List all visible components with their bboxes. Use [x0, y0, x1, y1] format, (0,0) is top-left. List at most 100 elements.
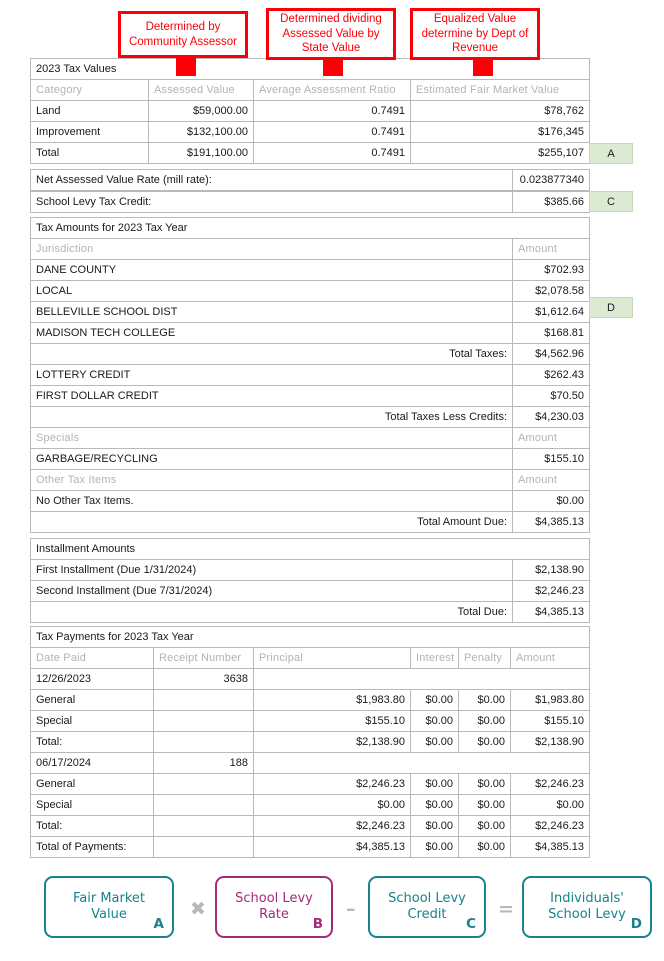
payment-1-blank [253, 752, 590, 774]
payment-group-header: 06/17/2024 188 [30, 752, 590, 774]
payment-1-total-principal: $2,246.23 [253, 815, 411, 837]
col-fair-market-value: Estimated Fair Market Value [409, 79, 591, 101]
equals-operator-icon: = [498, 900, 514, 919]
callout-assessment-ratio-text: Determined dividing Assessed Value by St… [280, 13, 382, 55]
total-less-credits-label: Total Taxes Less Credits: [30, 406, 513, 428]
first-installment-amount: $2,138.90 [512, 559, 590, 581]
table-row: General $1,983.80 $0.00 $0.00 $1,983.80 [30, 689, 590, 711]
payment-0-general-penalty: $0.00 [458, 689, 511, 711]
jurisdiction-column-headers: Jurisdiction Amount [30, 238, 590, 260]
payment-1-total-penalty: $0.00 [458, 815, 511, 837]
equals-operator-glyph: = [498, 898, 514, 920]
table-row: Total: $2,138.90 $0.00 $0.00 $2,138.90 [30, 731, 590, 753]
minus-operator-icon: – [346, 900, 356, 919]
col-jurisdiction: Jurisdiction [30, 238, 513, 260]
table-row: MADISON TECH COLLEGE $168.81 [30, 322, 590, 344]
col-assessed-value: Assessed Value [148, 79, 254, 101]
school-levy-credit-table: School Levy Tax Credit: $385.66 [30, 191, 590, 213]
mill-rate-value: 0.023877340 [512, 169, 590, 191]
formula-box-school-levy-rate: School Levy Rate B [215, 876, 333, 938]
installments-total-row: Total Due: $4,385.13 [30, 601, 590, 623]
payment-0-general-label: General [30, 689, 154, 711]
payment-0-special-receipt [153, 710, 254, 732]
payments-total-amount: $4,385.13 [510, 836, 590, 858]
row-land-assessed: $59,000.00 [148, 100, 254, 122]
table-row: First Installment (Due 1/31/2024) $2,138… [30, 559, 590, 581]
payments-total-label: Total of Payments: [30, 836, 154, 858]
total-taxes-value: $4,562.96 [512, 343, 590, 365]
table-row: BELLEVILLE SCHOOL DIST $1,612.64 [30, 301, 590, 323]
col-other-tax-items: Other Tax Items [30, 469, 513, 491]
formula-box-c-line1: School Levy [388, 890, 466, 906]
credit-0-name: LOTTERY CREDIT [30, 364, 513, 386]
table-row: General $2,246.23 $0.00 $0.00 $2,246.23 [30, 773, 590, 795]
table-row: Second Installment (Due 7/31/2024) $2,24… [30, 580, 590, 602]
payment-1-special-penalty: $0.00 [458, 794, 511, 816]
tax-values-column-headers: Category Assessed Value Average Assessme… [30, 79, 591, 101]
row-improvement-ratio: 0.7491 [253, 121, 411, 143]
row-total-assessed: $191,100.00 [148, 142, 254, 164]
total-taxes-label: Total Taxes: [30, 343, 513, 365]
payment-1-general-interest: $0.00 [410, 773, 459, 795]
formula-box-individuals-school-levy: Individuals' School Levy D [522, 876, 652, 938]
row-total-fmv: $255,107 [409, 142, 591, 164]
jurisdiction-2-amount: $1,612.64 [512, 301, 590, 323]
formula-box-a-line1: Fair Market [72, 890, 146, 906]
total-amount-due-value: $4,385.13 [512, 511, 590, 533]
payment-1-special-receipt [153, 794, 254, 816]
payment-0-general-amount: $1,983.80 [510, 689, 590, 711]
second-installment-amount: $2,246.23 [512, 580, 590, 602]
jurisdiction-3-amount: $168.81 [512, 322, 590, 344]
tax-values-section-header: 2023 Tax Values [29, 58, 591, 80]
table-row: Land $59,000.00 0.7491 $78,762 [30, 100, 591, 122]
payment-0-receipt: 3638 [153, 668, 254, 690]
table-row: Special $155.10 $0.00 $0.00 $155.10 [30, 710, 590, 732]
credit-1-amount: $70.50 [512, 385, 590, 407]
payment-1-date: 06/17/2024 [30, 752, 154, 774]
payment-1-general-penalty: $0.00 [458, 773, 511, 795]
table-row: GARBAGE/RECYCLING $155.10 [30, 448, 590, 470]
payment-0-total-amount: $2,138.90 [510, 731, 590, 753]
col-other-amount: Amount [512, 469, 590, 491]
payment-0-general-interest: $0.00 [410, 689, 459, 711]
payment-0-special-amount: $155.10 [510, 710, 590, 732]
school-levy-credit-row: School Levy Tax Credit: $385.66 [30, 191, 590, 213]
payment-1-special-label: Special [30, 794, 154, 816]
row-total-category: Total [30, 142, 149, 164]
table-row: LOCAL $2,078.58 [30, 280, 590, 302]
school-levy-credit-label: School Levy Tax Credit: [30, 191, 513, 213]
col-specials: Specials [30, 427, 513, 449]
installments-section-header: Installment Amounts [30, 538, 590, 560]
formula-box-c-letter: C [466, 915, 476, 932]
formula-box-b-letter: B [312, 915, 323, 932]
payments-total-interest: $0.00 [410, 836, 459, 858]
mill-rate-row: Net Assessed Value Rate (mill rate): 0.0… [30, 169, 590, 191]
payments-column-headers: Date Paid Receipt Number Principal Inter… [30, 647, 590, 669]
formula-box-d-line2: School Levy [548, 907, 626, 922]
payment-0-blank [253, 668, 590, 690]
callout-assessment-ratio: Determined dividing Assessed Value by St… [266, 8, 396, 60]
table-row: Total: $2,246.23 $0.00 $0.00 $2,246.23 [30, 815, 590, 837]
mill-rate-label: Net Assessed Value Rate (mill rate): [30, 169, 513, 191]
specials-column-headers: Specials Amount [30, 427, 590, 449]
row-total-ratio: 0.7491 [253, 142, 411, 164]
payment-0-special-interest: $0.00 [410, 710, 459, 732]
formula-box-d-line1: Individuals' [550, 890, 624, 906]
formula-box-school-levy-credit: School Levy Credit C [368, 876, 486, 938]
row-land-fmv: $78,762 [409, 100, 591, 122]
callout-community-assessor-stem [176, 56, 196, 76]
table-row: LOTTERY CREDIT $262.43 [30, 364, 590, 386]
table-row: No Other Tax Items. $0.00 [30, 490, 590, 512]
jurisdiction-0-amount: $702.93 [512, 259, 590, 281]
payment-0-total-penalty: $0.00 [458, 731, 511, 753]
total-taxes-row: Total Taxes: $4,562.96 [30, 343, 590, 365]
rates-table: Net Assessed Value Rate (mill rate): 0.0… [30, 169, 590, 191]
jurisdiction-2-name: BELLEVILLE SCHOOL DIST [30, 301, 513, 323]
jurisdiction-0-name: DANE COUNTY [30, 259, 513, 281]
special-0-name: GARBAGE/RECYCLING [30, 448, 513, 470]
row-improvement-category: Improvement [30, 121, 149, 143]
payment-0-total-receipt [153, 731, 254, 753]
formula-box-b-line1: School Levy [235, 890, 313, 906]
payment-1-total-amount: $2,246.23 [510, 815, 590, 837]
school-levy-credit-value: $385.66 [512, 191, 590, 213]
